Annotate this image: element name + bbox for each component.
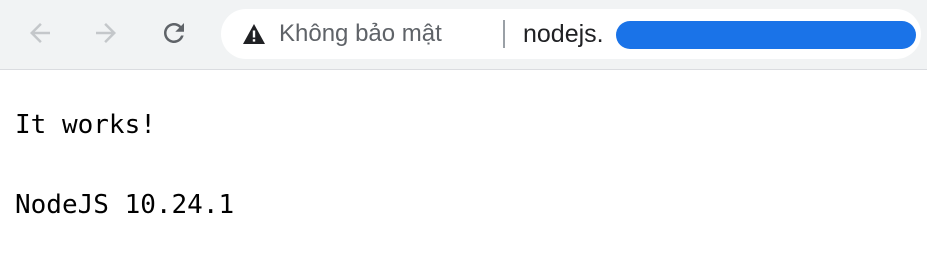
page-content: It works! NodeJS 10.24.1 [0,70,927,267]
back-button[interactable] [18,11,62,55]
address-bar[interactable]: Không bảo mật nodejs. [221,9,921,59]
url-redaction [616,21,916,49]
arrow-right-icon [96,23,116,43]
status-message: It works! [15,110,156,140]
version-text: NodeJS 10.24.1 [15,190,235,220]
arrow-left-icon [30,23,50,43]
address-separator [503,20,505,48]
warning-triangle-icon [243,24,265,44]
security-indicator[interactable]: Không bảo mật [243,9,442,59]
browser-toolbar: Không bảo mật nodejs. [0,0,927,70]
reload-icon [164,23,184,43]
forward-button[interactable] [84,11,128,55]
reload-button[interactable] [152,11,196,55]
security-label: Không bảo mật [279,20,442,47]
url-text[interactable]: nodejs. [523,9,604,59]
